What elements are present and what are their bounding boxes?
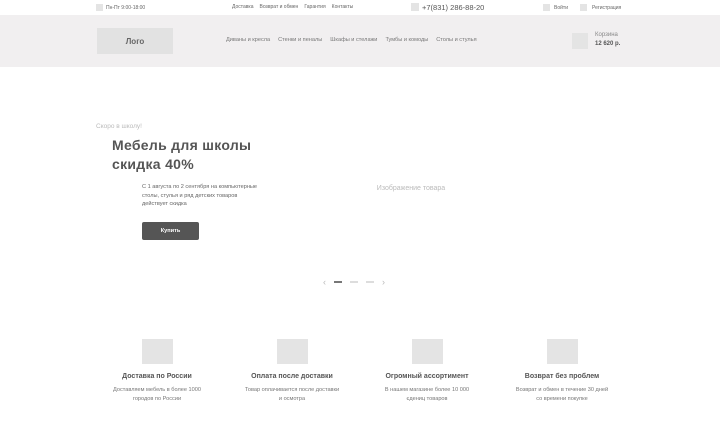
register-icon (580, 4, 587, 11)
register-link[interactable]: Регистрация (592, 5, 621, 11)
feature-title: Возврат без проблем (524, 373, 600, 380)
hero-text-line: С 1 августа по 2 сентября на компьютерны… (142, 184, 258, 190)
slide-dot[interactable] (334, 281, 342, 283)
header: Лого Диваны и кресла Стенки и пеналы Шка… (0, 15, 720, 67)
cart-label[interactable]: Корзина (595, 32, 618, 38)
hero-text-line: столы, стулья и ряд детских товаров (142, 192, 238, 199)
nav-tables[interactable]: Столы и стулья (436, 37, 476, 43)
slider-controls: ‹ › (323, 277, 385, 287)
cart-icon[interactable] (572, 33, 588, 49)
chevron-left-icon[interactable]: ‹ (323, 277, 326, 287)
clock-icon (96, 4, 103, 11)
phone-number[interactable]: +7(831) 286-88-20 (422, 3, 484, 12)
phone-icon (411, 3, 419, 11)
feature-title: Доставка по России (122, 373, 192, 380)
cart-total: 12 620 р. (595, 41, 621, 47)
hero-title-line: скидка 40% (112, 156, 194, 172)
hero-title-line: Мебель для школы (112, 137, 252, 153)
top-bar: Пн-Пт 9:00-18:00 Доставка Возврат и обме… (0, 0, 720, 15)
feature-payment: Оплата после доставки Товар оплачивается… (222, 339, 362, 404)
chevron-right-icon[interactable]: › (382, 277, 385, 287)
assortment-icon (411, 339, 443, 364)
logo[interactable]: Лого (97, 28, 173, 54)
feature-delivery: Доставка по России Доставляем мебель в б… (87, 339, 227, 404)
working-hours: Пн-Пт 9:00-18:00 (106, 5, 146, 11)
hero-text: С 1 августа по 2 сентября на компьютерны… (142, 183, 292, 209)
main-nav: Диваны и кресла Стенки и пеналы Шкафы и … (226, 37, 477, 43)
buy-button[interactable]: Купить (142, 222, 199, 240)
returns-icon (546, 339, 578, 364)
slide-dot[interactable] (366, 281, 374, 283)
feature-returns: Возврат без проблем Возврат и обмен в те… (492, 339, 632, 404)
feature-description: Доставляем мебель в более 1000 городов по… (113, 387, 201, 402)
hero-text-line: действует скидка (142, 201, 187, 207)
hero-title: Мебель для школы скидка 40% (112, 136, 251, 174)
feature-title: Огромный ассортимент (385, 373, 469, 380)
login-link[interactable]: Войти (554, 5, 568, 11)
delivery-icon (141, 339, 173, 364)
feature-title: Оплата после доставки (251, 373, 333, 380)
top-link-contacts[interactable]: Контакты (332, 4, 354, 10)
product-image-placeholder: Изображение товара (376, 185, 446, 192)
feature-description: Возврат и обмен в течение 30 дней со врем… (515, 387, 609, 402)
payment-icon (276, 339, 308, 364)
feature-assortment: Огромный ассортимент В нашем магазине бо… (357, 339, 497, 404)
nav-dressers[interactable]: Тумбы и комоды (385, 37, 428, 43)
nav-wardrobes[interactable]: Шкафы и стелажи (330, 37, 377, 43)
feature-description: Товар оплачивается после доставки и осмот… (244, 387, 340, 402)
top-link-returns[interactable]: Возврат и обмен (259, 4, 298, 10)
hero-subtitle: Скоро в школу! (96, 123, 142, 130)
top-link-delivery[interactable]: Доставка (232, 4, 253, 10)
nav-walls[interactable]: Стенки и пеналы (278, 37, 322, 43)
nav-sofas[interactable]: Диваны и кресла (226, 37, 270, 43)
top-link-warranty[interactable]: Гарантия (304, 4, 325, 10)
slide-dot[interactable] (350, 281, 358, 283)
feature-description: В нашем магазине более 10 000 єдениц това… (384, 387, 470, 402)
login-icon (543, 4, 550, 11)
